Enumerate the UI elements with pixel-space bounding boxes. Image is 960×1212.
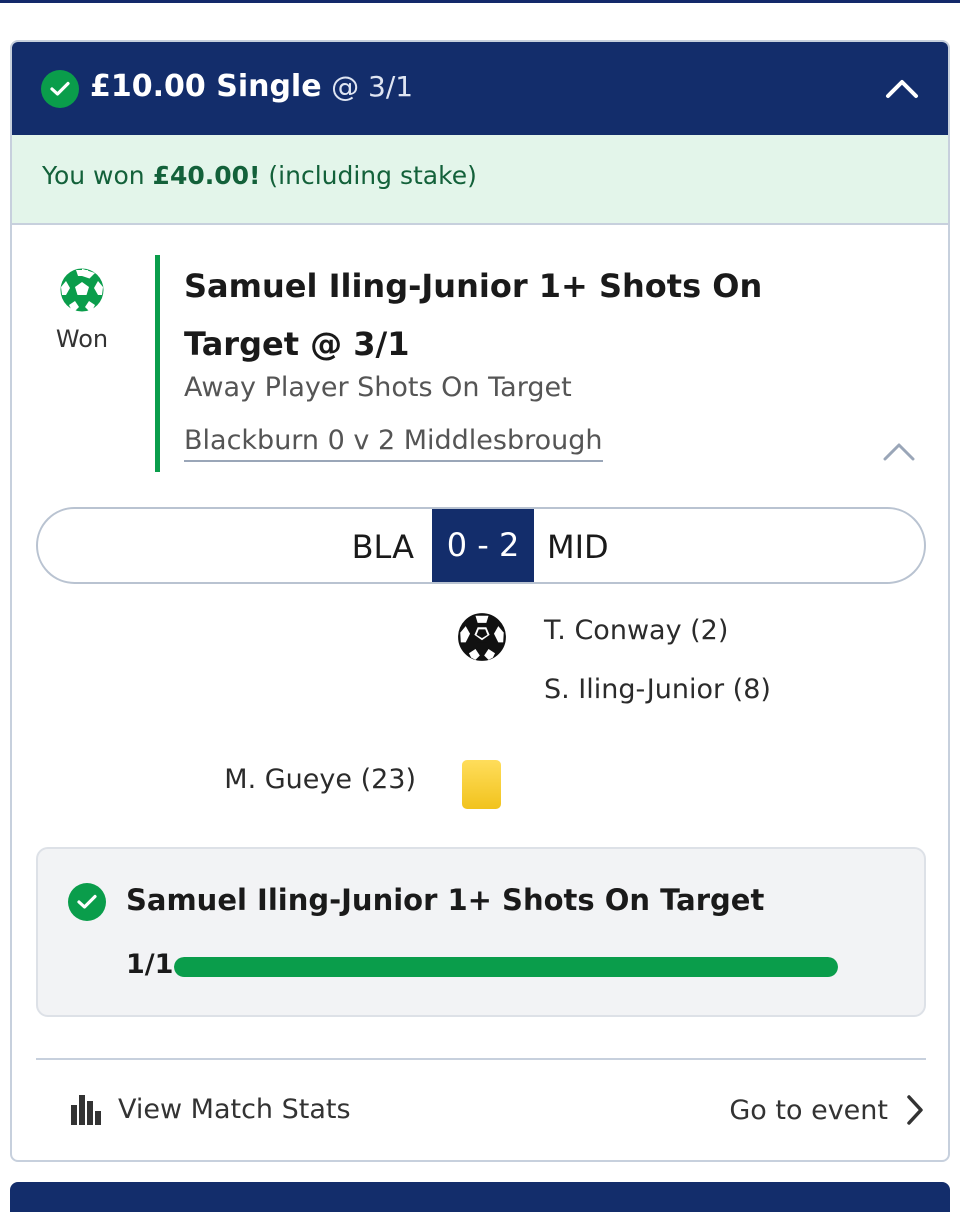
bet-summary: £10.00 Single @ 3/1: [90, 67, 413, 107]
selection-status-label: Won: [55, 325, 109, 353]
progress-count: 1/1: [126, 949, 174, 980]
check-icon: [68, 883, 106, 921]
chevron-right-icon: [907, 1095, 923, 1125]
home-team: BLA: [351, 528, 414, 566]
winnings-suffix: (including stake): [260, 161, 477, 190]
selection-title: Samuel Iling-Junior 1+ Shots On Target @…: [184, 267, 763, 363]
away-team: MID: [547, 528, 609, 566]
bet-stake: £10.00 Single: [90, 69, 322, 104]
market-name: Away Player Shots On Target: [184, 372, 572, 403]
chevron-up-icon[interactable]: [884, 72, 920, 104]
event-name-link[interactable]: Blackburn 0 v 2 Middlesbrough: [184, 425, 603, 462]
progress-title: Samuel Iling-Junior 1+ Shots On Target: [126, 883, 765, 917]
match-score: 0 - 2: [432, 509, 534, 582]
view-match-stats-button[interactable]: View Match Stats: [70, 1094, 351, 1125]
go-to-event-button[interactable]: Go to event: [729, 1094, 924, 1126]
bet-odds: @ 3/1: [331, 70, 414, 103]
booked-player: M. Gueye (23): [224, 764, 416, 795]
bet-progress-panel: Samuel Iling-Junior 1+ Shots On Target 1…: [36, 847, 926, 1017]
next-bet-card-header[interactable]: [10, 1182, 950, 1212]
chevron-up-icon[interactable]: [882, 440, 916, 464]
winnings-banner: You won £40.00! (including stake): [12, 135, 948, 225]
go-to-event-label: Go to event: [729, 1094, 888, 1126]
view-match-stats-label: View Match Stats: [118, 1094, 351, 1125]
progress-bar: [174, 957, 838, 977]
progress-bar-fill: [174, 957, 838, 977]
football-icon: [457, 612, 507, 666]
top-divider: [0, 0, 960, 3]
bar-chart-icon: [71, 1094, 101, 1125]
won-indicator-bar: [155, 255, 160, 472]
winnings-amount: £40.00!: [152, 161, 261, 190]
goal-scorer: T. Conway (2): [544, 615, 729, 646]
bet-card: £10.00 Single @ 3/1 You won £40.00! (inc…: [10, 40, 950, 1162]
bet-card-header[interactable]: £10.00 Single @ 3/1: [12, 42, 948, 135]
scoreboard: BLA 0 - 2 MID: [36, 507, 926, 584]
winnings-text: You won £40.00! (including stake): [42, 161, 477, 190]
yellow-card-icon: [462, 760, 501, 809]
selection-status: Won: [52, 267, 112, 353]
check-icon: [41, 70, 79, 108]
football-icon: [52, 267, 112, 317]
footer-divider: [36, 1058, 926, 1060]
winnings-prefix: You won: [42, 161, 153, 190]
goal-scorer: S. Iling-Junior (8): [544, 674, 771, 705]
